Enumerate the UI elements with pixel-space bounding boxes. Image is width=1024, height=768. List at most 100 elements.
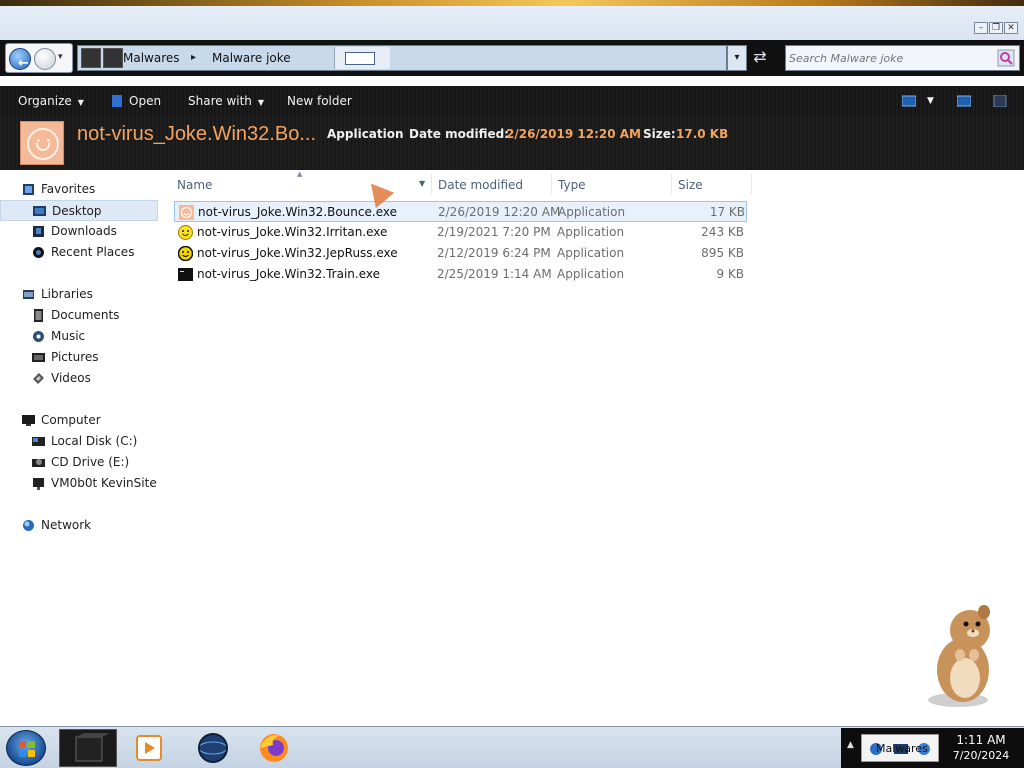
orange-smiley-icon bbox=[179, 205, 194, 220]
change-view-icon[interactable] bbox=[902, 95, 916, 107]
recent-places-icon bbox=[33, 247, 44, 258]
downloads-folder-icon bbox=[33, 226, 44, 237]
file-row[interactable]: not-virus_Joke.Win32.Train.exe 2/25/2019… bbox=[174, 264, 747, 285]
file-type: Application bbox=[557, 267, 625, 281]
selected-file-name: not-virus_Joke.Win32.Bo... bbox=[77, 123, 316, 145]
share-with-menu[interactable]: Share with ▼ bbox=[188, 86, 264, 116]
file-type: Application bbox=[557, 246, 625, 260]
clock[interactable]: 1:11 AM 7/20/2024 bbox=[941, 733, 1021, 763]
nav-documents[interactable]: Documents bbox=[0, 305, 158, 326]
taskbar-media-player-button[interactable] bbox=[122, 729, 180, 767]
organize-menu[interactable]: Organize ▼ bbox=[18, 86, 84, 116]
sort-ascending-icon: ▲ bbox=[297, 170, 303, 178]
size-label: Size: bbox=[643, 127, 676, 141]
nav-desktop-label: Desktop bbox=[52, 204, 102, 218]
breadcrumb[interactable]: Malwares ▸ Malware joke bbox=[77, 45, 727, 71]
nav-cd-drive-label: CD Drive (E:) bbox=[51, 455, 130, 469]
search-icon[interactable] bbox=[997, 49, 1015, 67]
share-with-label: Share with bbox=[188, 94, 252, 108]
file-row[interactable]: not-virus_Joke.Win32.Bounce.exe 2/26/201… bbox=[174, 201, 747, 222]
file-size: 243 KB bbox=[701, 225, 744, 239]
column-divider[interactable] bbox=[431, 174, 432, 194]
file-date: 2/25/2019 1:14 AM bbox=[437, 267, 552, 281]
nav-downloads[interactable]: Downloads bbox=[0, 221, 158, 242]
nav-network-share[interactable]: VM0b0t KevinSite bbox=[0, 473, 158, 494]
navigation-pane: Favorites Desktop Downloads Recent Place… bbox=[0, 170, 160, 726]
tray-popup[interactable]: Malwares bbox=[861, 734, 939, 762]
network-globe-icon bbox=[23, 520, 34, 531]
taskbar-globe-app-button[interactable] bbox=[184, 729, 242, 767]
file-name: not-virus_Joke.Win32.Irritan.exe bbox=[197, 225, 388, 239]
system-tray: ▲ Malwares 1:11 AM 7/20/2024 bbox=[841, 728, 1024, 768]
column-filter-chevron-icon[interactable]: ▼ bbox=[419, 179, 425, 188]
nav-cd-drive[interactable]: CD Drive (E:) bbox=[0, 452, 158, 473]
nav-downloads-label: Downloads bbox=[51, 224, 117, 238]
organize-label: Organize bbox=[18, 94, 72, 108]
nav-favorites[interactable]: Favorites bbox=[0, 179, 158, 200]
documents-icon bbox=[34, 309, 43, 322]
yellow-smiley-icon bbox=[178, 225, 193, 240]
computer-icon bbox=[22, 415, 35, 426]
forward-arrow-icon[interactable] bbox=[34, 48, 56, 70]
search-box bbox=[785, 45, 1020, 71]
nav-music[interactable]: Music bbox=[0, 326, 158, 347]
taskbar-firefox-button[interactable] bbox=[245, 729, 303, 767]
column-header-name[interactable]: Name bbox=[177, 172, 212, 198]
show-hidden-icons-icon[interactable]: ▲ bbox=[847, 740, 854, 750]
breadcrumb-separator-icon[interactable]: ▸ bbox=[191, 46, 196, 70]
nav-videos[interactable]: Videos bbox=[0, 368, 158, 389]
taskbar-explorer-button[interactable] bbox=[59, 729, 117, 767]
search-input[interactable] bbox=[789, 49, 989, 67]
address-dropdown-icon[interactable]: ▾ bbox=[727, 45, 747, 71]
restore-button[interactable]: ❐ bbox=[989, 22, 1003, 34]
date-modified-value: 2/26/2019 12:20 AM bbox=[506, 127, 641, 141]
back-forward-buttons: ← ▾ bbox=[5, 43, 73, 73]
cd-drive-icon bbox=[32, 459, 45, 467]
size-value: 17.0 KB bbox=[676, 127, 729, 141]
file-name: not-virus_Joke.Win32.Train.exe bbox=[197, 267, 381, 281]
details-pane: not-virus_Joke.Win32.Bo... Application D… bbox=[0, 116, 1024, 170]
window-controls: – ❐ ✕ bbox=[974, 22, 1018, 34]
file-size: 895 KB bbox=[701, 246, 744, 260]
refresh-icon[interactable]: ⇄ bbox=[749, 45, 771, 71]
date-modified-label: Date modified: bbox=[409, 127, 509, 141]
new-folder-button[interactable]: New folder bbox=[287, 86, 352, 116]
nav-pictures[interactable]: Pictures bbox=[0, 347, 158, 368]
start-button[interactable] bbox=[6, 730, 46, 766]
help-icon[interactable] bbox=[993, 95, 1007, 107]
open-button[interactable]: Open bbox=[129, 86, 161, 116]
column-divider[interactable] bbox=[671, 174, 672, 194]
file-date: 2/19/2021 7:20 PM bbox=[437, 225, 551, 239]
clock-time: 1:11 AM bbox=[956, 733, 1006, 747]
recent-pages-chevron-icon[interactable]: ▾ bbox=[58, 52, 63, 62]
file-name: not-virus_Joke.Win32.JepRuss.exe bbox=[197, 246, 398, 260]
star-icon bbox=[23, 184, 34, 195]
breadcrumb-malwares[interactable]: Malwares bbox=[123, 46, 180, 70]
nav-documents-label: Documents bbox=[51, 308, 120, 322]
nav-local-disk[interactable]: Local Disk (C:) bbox=[0, 431, 158, 452]
column-header-size[interactable]: Size bbox=[678, 172, 703, 198]
column-divider[interactable] bbox=[751, 174, 752, 194]
view-options-chevron-icon[interactable]: ▼ bbox=[927, 86, 934, 116]
minimize-button[interactable]: – bbox=[974, 22, 988, 34]
file-row[interactable]: not-virus_Joke.Win32.Irritan.exe 2/19/20… bbox=[174, 222, 747, 243]
column-header-date[interactable]: Date modified bbox=[438, 172, 523, 198]
hamster-desktop-pet-icon bbox=[928, 605, 990, 707]
close-button[interactable]: ✕ bbox=[1004, 22, 1018, 34]
column-header-type[interactable]: Type bbox=[558, 172, 586, 198]
nav-network-label: Network bbox=[41, 518, 92, 532]
nav-network[interactable]: Network bbox=[0, 515, 158, 536]
firefox-icon bbox=[260, 734, 288, 762]
nav-libraries[interactable]: Libraries bbox=[0, 284, 158, 305]
title-bar: – ❐ ✕ bbox=[0, 6, 1024, 40]
back-arrow-icon[interactable]: ← bbox=[9, 48, 31, 71]
nav-recent-places[interactable]: Recent Places bbox=[0, 242, 158, 263]
file-row[interactable]: not-virus_Joke.Win32.JepRuss.exe 2/12/20… bbox=[174, 243, 747, 264]
column-divider[interactable] bbox=[551, 174, 552, 194]
preview-pane-icon[interactable] bbox=[957, 95, 971, 107]
breadcrumb-malware-joke[interactable]: Malware joke bbox=[212, 46, 291, 70]
explorer-window-icon bbox=[75, 733, 110, 762]
globe-app-icon bbox=[198, 733, 228, 763]
nav-computer[interactable]: Computer bbox=[0, 410, 158, 431]
nav-desktop[interactable]: Desktop bbox=[0, 200, 158, 221]
